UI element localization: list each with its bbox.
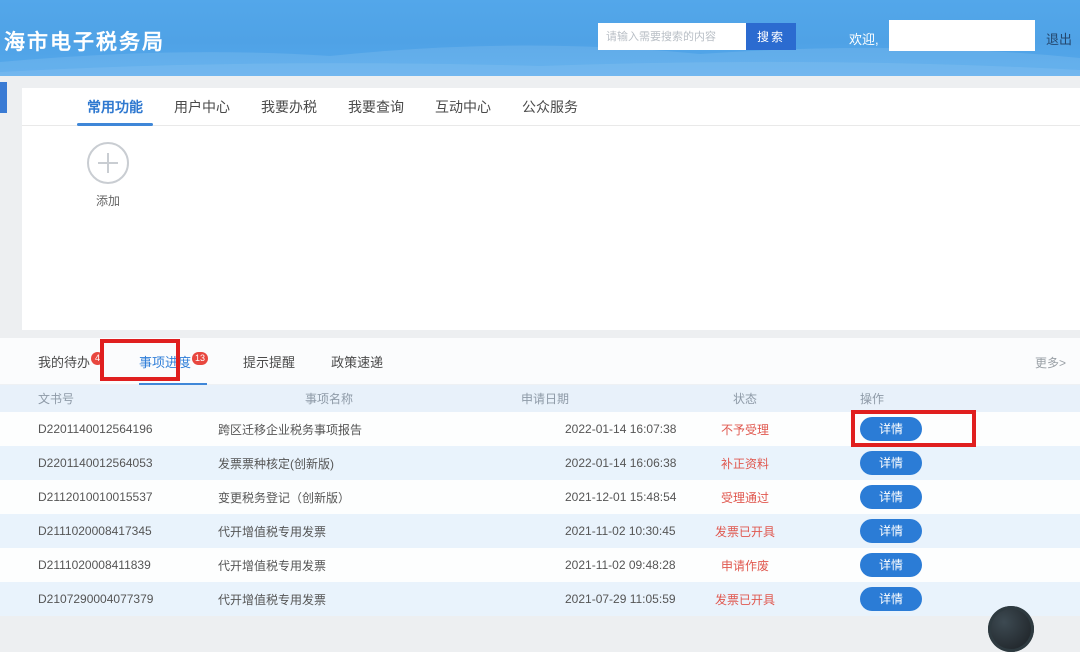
apply-date: 2022-01-14 16:07:38 <box>470 422 700 436</box>
tab-my-todo-label: 我的待办 <box>38 355 90 370</box>
matter-name: 跨区迁移企业税务事项报告 <box>218 421 470 438</box>
col-apply-date: 申请日期 <box>470 390 700 407</box>
apply-date: 2021-11-02 09:48:28 <box>470 558 700 572</box>
table-row: D2201140012564053 发票票种核定(创新版) 2022-01-14… <box>0 446 1080 480</box>
status-text: 发票已开具 <box>700 591 790 608</box>
common-functions-content: 添加 <box>22 126 1080 329</box>
todo-count-badge: 4 <box>91 352 104 365</box>
welcome-label: 欢迎, <box>849 29 879 48</box>
add-label: 添加 <box>85 192 131 209</box>
tab-policy-express[interactable]: 政策速递 <box>331 352 383 371</box>
more-link[interactable]: 更多> <box>1035 354 1066 371</box>
doc-no: D2111020008411839 <box>0 558 218 572</box>
doc-no: D2111020008417345 <box>0 524 218 538</box>
table-row: D2107290004077379 代开增值税专用发票 2021-07-29 1… <box>0 582 1080 616</box>
table-row: D2201140012564196 跨区迁移企业税务事项报告 2022-01-1… <box>0 412 1080 446</box>
doc-no: D2201140012564196 <box>0 422 218 436</box>
tab-inquiry[interactable]: 我要查询 <box>346 88 406 125</box>
matter-name: 代开增值税专用发票 <box>218 523 470 540</box>
detail-button[interactable]: 详情 <box>860 451 922 475</box>
apply-date: 2021-07-29 11:05:59 <box>470 592 700 606</box>
tab-reminders-label: 提示提醒 <box>243 355 295 370</box>
detail-button[interactable]: 详情 <box>860 587 922 611</box>
search-input[interactable] <box>598 23 746 50</box>
detail-button[interactable]: 详情 <box>860 485 922 509</box>
progress-panel: 我的待办4 事项进度13 提示提醒 政策速递 更多> 文书号 事项名称 申请日期… <box>0 338 1080 616</box>
logout-link[interactable]: 退出 <box>1046 29 1072 48</box>
status-text: 受理通过 <box>700 489 790 506</box>
status-text: 发票已开具 <box>700 523 790 540</box>
table-row: D2112010010015537 变更税务登记（创新版） 2021-12-01… <box>0 480 1080 514</box>
col-action: 操作 <box>790 390 1080 407</box>
primary-nav-tabs: 常用功能 用户中心 我要办税 我要查询 互动中心 公众服务 <box>22 88 1080 126</box>
detail-button[interactable]: 详情 <box>860 553 922 577</box>
username-redacted-box <box>889 20 1035 51</box>
tab-matter-progress[interactable]: 事项进度13 <box>139 352 207 371</box>
detail-button[interactable]: 详情 <box>860 519 922 543</box>
detail-button[interactable]: 详情 <box>860 417 922 441</box>
panel-tabs: 我的待办4 事项进度13 提示提醒 政策速递 更多> <box>0 338 1080 385</box>
table-row: D2111020008417345 代开增值税专用发票 2021-11-02 1… <box>0 514 1080 548</box>
tab-common-functions[interactable]: 常用功能 <box>85 88 145 125</box>
col-doc-no: 文书号 <box>0 390 218 407</box>
status-text: 不予受理 <box>700 421 790 438</box>
col-matter-name: 事项名称 <box>218 390 470 407</box>
matter-name: 变更税务登记（创新版） <box>218 489 470 506</box>
tab-interaction-center[interactable]: 互动中心 <box>433 88 493 125</box>
app-header: 海市电子税务局 搜索 欢迎, 退出 <box>0 0 1080 76</box>
apply-date: 2021-12-01 15:48:54 <box>470 490 700 504</box>
tab-user-center[interactable]: 用户中心 <box>172 88 232 125</box>
col-status: 状态 <box>700 390 790 407</box>
site-title: 海市电子税务局 <box>4 26 165 56</box>
matter-name: 代开增值税专用发票 <box>218 557 470 574</box>
doc-no: D2107290004077379 <box>0 592 218 606</box>
floating-widget-circle[interactable] <box>988 606 1034 652</box>
doc-no: D2112010010015537 <box>0 490 218 504</box>
tab-tax-handling[interactable]: 我要办税 <box>259 88 319 125</box>
tab-my-todo[interactable]: 我的待办4 <box>38 352 103 371</box>
header-search: 搜索 <box>598 23 796 50</box>
search-button[interactable]: 搜索 <box>746 23 796 50</box>
progress-count-badge: 13 <box>192 352 208 365</box>
apply-date: 2021-11-02 10:30:45 <box>470 524 700 538</box>
tab-reminders[interactable]: 提示提醒 <box>243 352 295 371</box>
left-edge-blue-stub <box>0 82 7 113</box>
matter-name: 发票票种核定(创新版) <box>218 455 470 472</box>
main-card: 常用功能 用户中心 我要办税 我要查询 互动中心 公众服务 添加 <box>22 88 1080 330</box>
apply-date: 2022-01-14 16:06:38 <box>470 456 700 470</box>
doc-no: D2201140012564053 <box>0 456 218 470</box>
tab-matter-progress-label: 事项进度 <box>139 355 191 370</box>
add-shortcut-button[interactable]: 添加 <box>85 142 131 209</box>
plus-icon <box>87 142 129 184</box>
table-row: D2111020008411839 代开增值税专用发票 2021-11-02 0… <box>0 548 1080 582</box>
status-text: 补正资料 <box>700 455 790 472</box>
matter-name: 代开增值税专用发票 <box>218 591 470 608</box>
table-header-row: 文书号 事项名称 申请日期 状态 操作 <box>0 385 1080 412</box>
status-text: 申请作废 <box>700 557 790 574</box>
tab-policy-express-label: 政策速递 <box>331 355 383 370</box>
tab-public-service[interactable]: 公众服务 <box>520 88 580 125</box>
